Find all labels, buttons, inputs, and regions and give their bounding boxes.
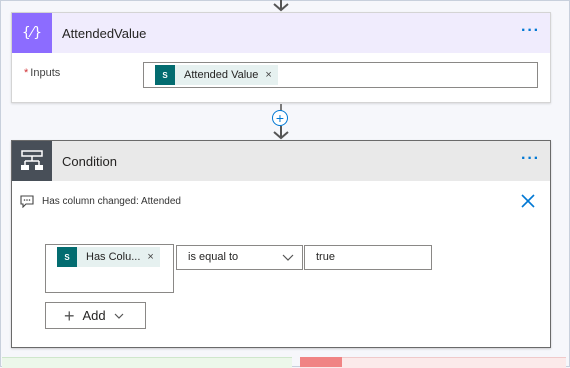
dynamic-content-token[interactable]: S Attended Value × <box>155 65 278 85</box>
more-options-icon[interactable]: ··· <box>521 23 540 39</box>
if-no-branch-accent <box>300 357 342 367</box>
close-icon[interactable] <box>520 193 536 209</box>
condition-left-operand[interactable]: S Has Colu... × <box>45 244 174 293</box>
comment-text: Has column changed: Attended <box>42 196 181 207</box>
dynamic-content-token[interactable]: S Has Colu... × <box>57 247 160 267</box>
variable-braces-icon: {⁄} <box>12 13 52 53</box>
condition-value-input[interactable]: true <box>304 245 432 270</box>
condition-card-header[interactable]: Condition ··· <box>12 141 550 181</box>
plus-icon: + <box>64 305 75 326</box>
variable-card-title[interactable]: AttendedValue <box>62 26 146 41</box>
plus-icon: + <box>275 110 285 126</box>
variable-card-header[interactable]: {⁄} AttendedValue ··· <box>12 13 550 53</box>
chevron-down-icon <box>114 313 124 319</box>
arrow-down-icon <box>273 126 289 140</box>
token-label: Attended Value <box>184 69 259 81</box>
comment-icon <box>20 195 34 208</box>
condition-card-title[interactable]: Condition <box>62 154 117 169</box>
comment-row[interactable]: Has column changed: Attended <box>20 195 181 208</box>
inputs-field[interactable]: S Attended Value × <box>143 62 538 88</box>
condition-icon <box>12 141 52 181</box>
sharepoint-icon-letter: S <box>162 70 168 80</box>
condition-action-card: Condition ··· Has column changed: Attend… <box>11 140 551 348</box>
sharepoint-icon: S <box>155 65 175 85</box>
operator-dropdown[interactable]: is equal to <box>176 245 303 270</box>
inputs-label-text: Inputs <box>30 67 61 79</box>
inputs-label: * Inputs <box>24 67 60 79</box>
sharepoint-icon: S <box>57 247 77 267</box>
add-condition-button[interactable]: + Add <box>45 302 146 329</box>
add-button-label: Add <box>82 308 106 323</box>
variable-action-card: {⁄} AttendedValue ··· * Inputs S Attended… <box>11 12 551 103</box>
if-yes-branch-header[interactable] <box>2 357 292 368</box>
token-remove-icon[interactable]: × <box>147 251 153 263</box>
token-label: Has Colu... <box>86 251 141 263</box>
chevron-down-icon <box>282 254 294 261</box>
sharepoint-icon-letter: S <box>64 252 70 262</box>
arrow-down-icon <box>273 0 289 12</box>
required-mark: * <box>24 67 29 79</box>
variable-icon-glyph: {⁄} <box>21 25 43 41</box>
token-remove-icon[interactable]: × <box>265 69 271 81</box>
condition-value-text: true <box>316 251 335 263</box>
more-options-icon[interactable]: ··· <box>521 151 540 167</box>
operator-value: is equal to <box>188 251 239 263</box>
